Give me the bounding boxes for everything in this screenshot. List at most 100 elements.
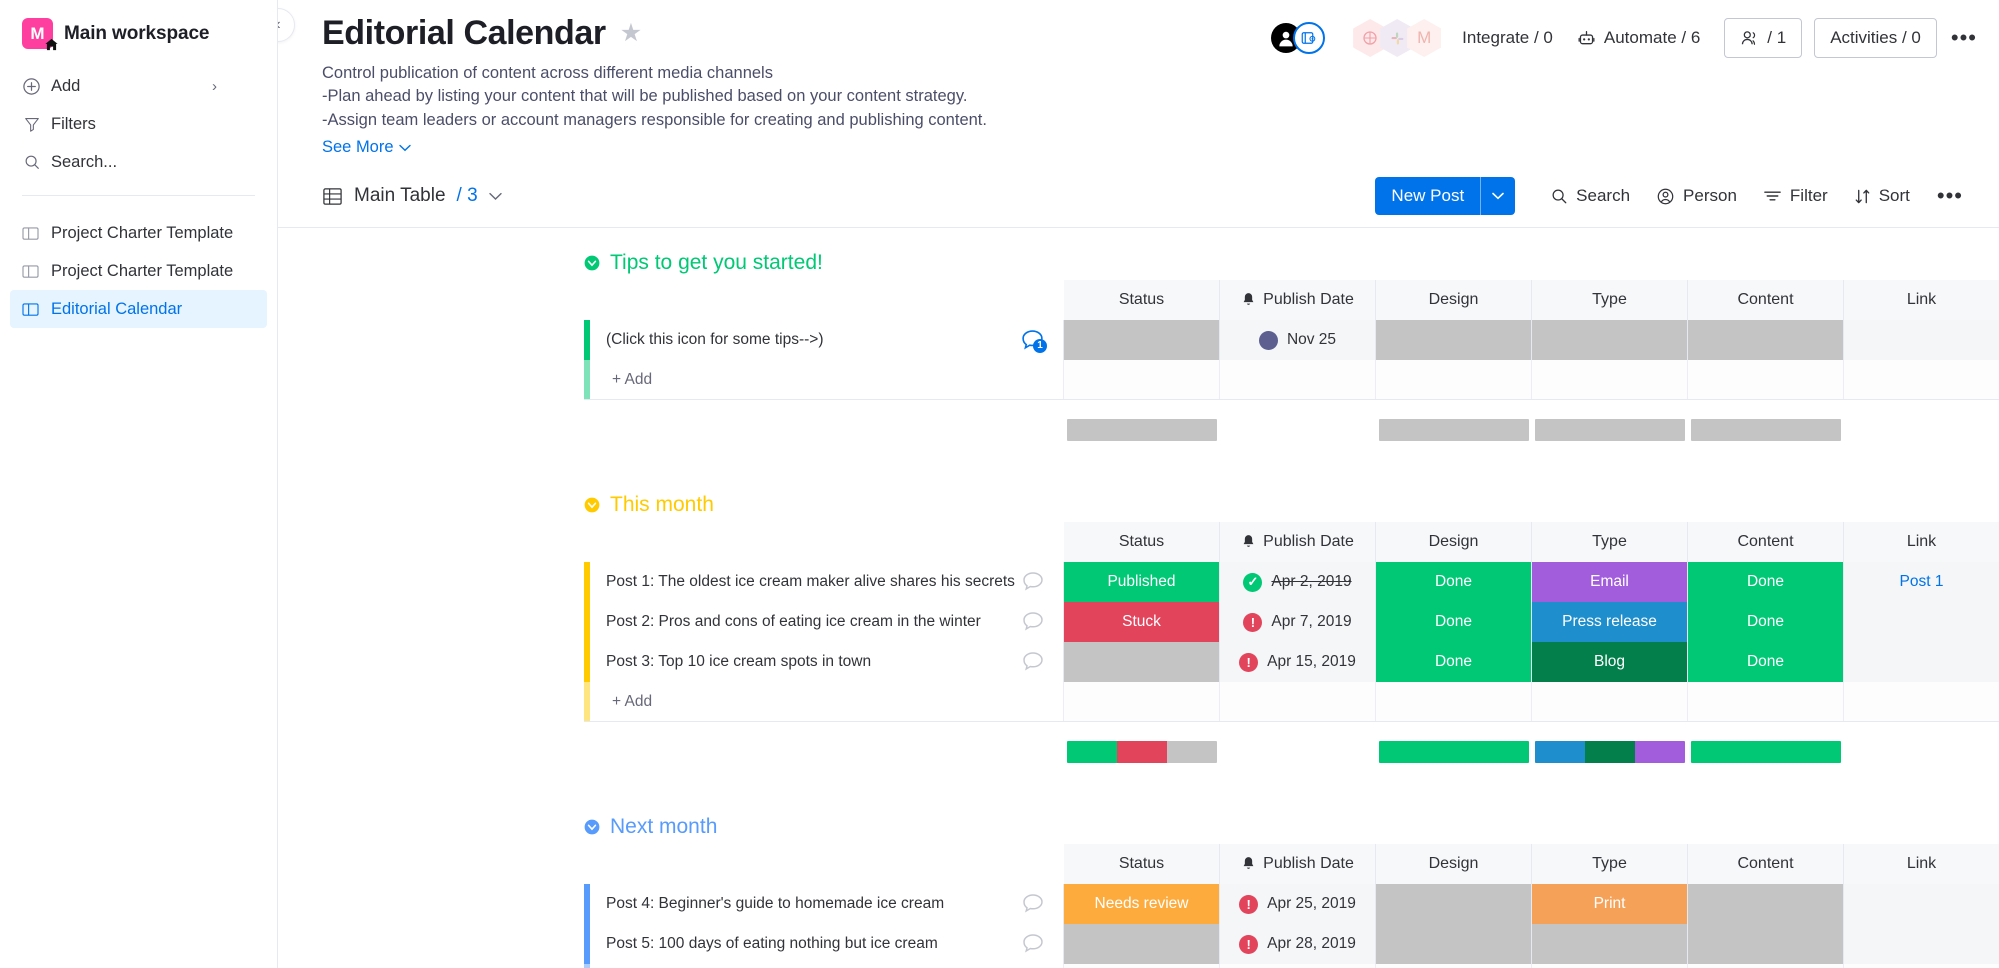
cell-status[interactable]: Needs review bbox=[1064, 884, 1220, 924]
workspace-row[interactable]: M Main workspace bbox=[0, 0, 277, 49]
sort-button[interactable]: Sort bbox=[1841, 179, 1923, 213]
cell-status[interactable] bbox=[1064, 642, 1220, 682]
cell-design[interactable] bbox=[1376, 884, 1532, 924]
add-item-row[interactable]: + Add bbox=[584, 682, 1999, 722]
colhdr-type[interactable]: Type bbox=[1532, 522, 1688, 562]
colhdr-content[interactable]: Content bbox=[1688, 280, 1844, 320]
new-post-button[interactable]: New Post bbox=[1375, 177, 1515, 215]
see-more-link[interactable]: See More bbox=[322, 138, 411, 157]
toolbar-more-options-button[interactable]: ••• bbox=[1923, 183, 1973, 209]
star-icon[interactable]: ★ bbox=[620, 21, 642, 46]
speech-bubble-icon[interactable] bbox=[1021, 611, 1045, 633]
colhdr-status[interactable]: Status bbox=[1064, 280, 1220, 320]
colhdr-publish-date[interactable]: Publish Date bbox=[1220, 844, 1376, 884]
cell-design[interactable]: Done bbox=[1376, 602, 1532, 642]
colhdr-design[interactable]: Design bbox=[1376, 844, 1532, 884]
summary-status[interactable] bbox=[1064, 732, 1220, 772]
group-name[interactable]: Next month bbox=[610, 815, 717, 839]
add-item-row[interactable]: + Add bbox=[584, 964, 1999, 968]
cell-link[interactable] bbox=[1844, 602, 1999, 642]
cell-item-name[interactable]: (Click this icon for some tips-->) 1 bbox=[584, 320, 1064, 360]
cell-link[interactable] bbox=[1844, 924, 1999, 964]
speech-bubble-icon[interactable] bbox=[1021, 651, 1045, 673]
group-collapse-icon[interactable] bbox=[584, 819, 600, 835]
cell-item-name[interactable]: Post 1: The oldest ice cream maker alive… bbox=[584, 562, 1064, 602]
colhdr-status[interactable]: Status bbox=[1064, 844, 1220, 884]
summary-content[interactable] bbox=[1688, 410, 1844, 450]
summary-type[interactable] bbox=[1532, 410, 1688, 450]
colhdr-content[interactable]: Content bbox=[1688, 522, 1844, 562]
board-more-options-button[interactable]: ••• bbox=[1951, 25, 1977, 51]
cell-status[interactable] bbox=[1064, 320, 1220, 360]
cell-status[interactable] bbox=[1064, 924, 1220, 964]
filter-button[interactable]: Filter bbox=[1750, 179, 1841, 213]
group-collapse-icon[interactable] bbox=[584, 497, 600, 513]
sidebar-board-editorial-calendar[interactable]: Editorial Calendar bbox=[10, 290, 267, 328]
speech-bubble-icon[interactable] bbox=[1021, 933, 1045, 955]
colhdr-publish-date[interactable]: Publish Date bbox=[1220, 522, 1376, 562]
search-button[interactable]: Search bbox=[1537, 179, 1643, 213]
cell-design[interactable] bbox=[1376, 924, 1532, 964]
cell-status[interactable]: Published bbox=[1064, 562, 1220, 602]
summary-design[interactable] bbox=[1376, 732, 1532, 772]
summary-design[interactable] bbox=[1376, 410, 1532, 450]
cell-content[interactable] bbox=[1688, 924, 1844, 964]
colhdr-link[interactable]: Link bbox=[1844, 522, 1999, 562]
automate-button[interactable]: Automate / 6 bbox=[1565, 20, 1712, 56]
summary-type[interactable] bbox=[1532, 732, 1688, 772]
speech-bubble-icon[interactable] bbox=[1021, 893, 1045, 915]
cell-type[interactable] bbox=[1532, 320, 1688, 360]
colhdr-status[interactable]: Status bbox=[1064, 522, 1220, 562]
colhdr-link[interactable]: Link bbox=[1844, 844, 1999, 884]
cell-content[interactable] bbox=[1688, 884, 1844, 924]
cell-type[interactable]: Email bbox=[1532, 562, 1688, 602]
cell-content[interactable] bbox=[1688, 320, 1844, 360]
person-filter-button[interactable]: Person bbox=[1643, 179, 1750, 213]
cell-item-name[interactable]: Post 3: Top 10 ice cream spots in town bbox=[584, 642, 1064, 682]
cell-type[interactable]: Press release bbox=[1532, 602, 1688, 642]
sidebar-item-add[interactable]: Add › bbox=[22, 67, 277, 105]
activities-button[interactable]: Activities / 0 bbox=[1814, 18, 1937, 58]
cell-link[interactable] bbox=[1844, 642, 1999, 682]
cell-status[interactable]: Stuck bbox=[1064, 602, 1220, 642]
cell-publish-date[interactable]: Nov 25 bbox=[1220, 320, 1376, 360]
speech-bubble-icon[interactable]: 1 bbox=[1020, 329, 1045, 352]
invite-members-button[interactable] bbox=[1293, 22, 1325, 54]
cell-design[interactable]: Done bbox=[1376, 562, 1532, 602]
colhdr-content[interactable]: Content bbox=[1688, 844, 1844, 884]
colhdr-link[interactable]: Link bbox=[1844, 280, 1999, 320]
colhdr-type[interactable]: Type bbox=[1532, 280, 1688, 320]
cell-content[interactable]: Done bbox=[1688, 562, 1844, 602]
group-name[interactable]: This month bbox=[610, 493, 714, 517]
tab-main-table[interactable]: Main Table / 3 bbox=[322, 185, 502, 207]
cell-item-name[interactable]: Post 5: 100 days of eating nothing but i… bbox=[584, 924, 1064, 964]
cell-link[interactable] bbox=[1844, 884, 1999, 924]
sidebar-item-search[interactable]: Search... bbox=[22, 143, 277, 181]
chevron-down-icon[interactable] bbox=[489, 192, 502, 201]
cell-content[interactable]: Done bbox=[1688, 642, 1844, 682]
group-name[interactable]: Tips to get you started! bbox=[610, 251, 823, 275]
cell-type[interactable] bbox=[1532, 924, 1688, 964]
sidebar-board-project-charter-1[interactable]: Project Charter Template bbox=[10, 214, 267, 252]
add-item-cell[interactable]: + Add bbox=[584, 964, 1064, 968]
cell-link[interactable]: Post 1 bbox=[1844, 562, 1999, 602]
add-item-row[interactable]: + Add bbox=[584, 360, 1999, 400]
cell-design[interactable]: Done bbox=[1376, 642, 1532, 682]
cell-publish-date[interactable]: ! Apr 15, 2019 bbox=[1220, 642, 1376, 682]
add-item-cell[interactable]: + Add bbox=[584, 360, 1064, 399]
new-post-dropdown-arrow[interactable] bbox=[1481, 177, 1515, 215]
cell-publish-date[interactable]: ! Apr 28, 2019 bbox=[1220, 924, 1376, 964]
sidebar-board-project-charter-2[interactable]: Project Charter Template bbox=[10, 252, 267, 290]
cell-publish-date[interactable]: ✓ Apr 2, 2019 bbox=[1220, 562, 1376, 602]
cell-publish-date[interactable]: ! Apr 7, 2019 bbox=[1220, 602, 1376, 642]
cell-item-name[interactable]: Post 2: Pros and cons of eating ice crea… bbox=[584, 602, 1064, 642]
colhdr-design[interactable]: Design bbox=[1376, 522, 1532, 562]
cell-content[interactable]: Done bbox=[1688, 602, 1844, 642]
cell-type[interactable]: Print bbox=[1532, 884, 1688, 924]
cell-publish-date[interactable]: ! Apr 25, 2019 bbox=[1220, 884, 1376, 924]
members-button[interactable]: / 1 bbox=[1724, 18, 1802, 58]
summary-content[interactable] bbox=[1688, 732, 1844, 772]
chevron-right-icon[interactable]: › bbox=[212, 78, 217, 95]
group-collapse-icon[interactable] bbox=[584, 255, 600, 271]
summary-status[interactable] bbox=[1064, 410, 1220, 450]
